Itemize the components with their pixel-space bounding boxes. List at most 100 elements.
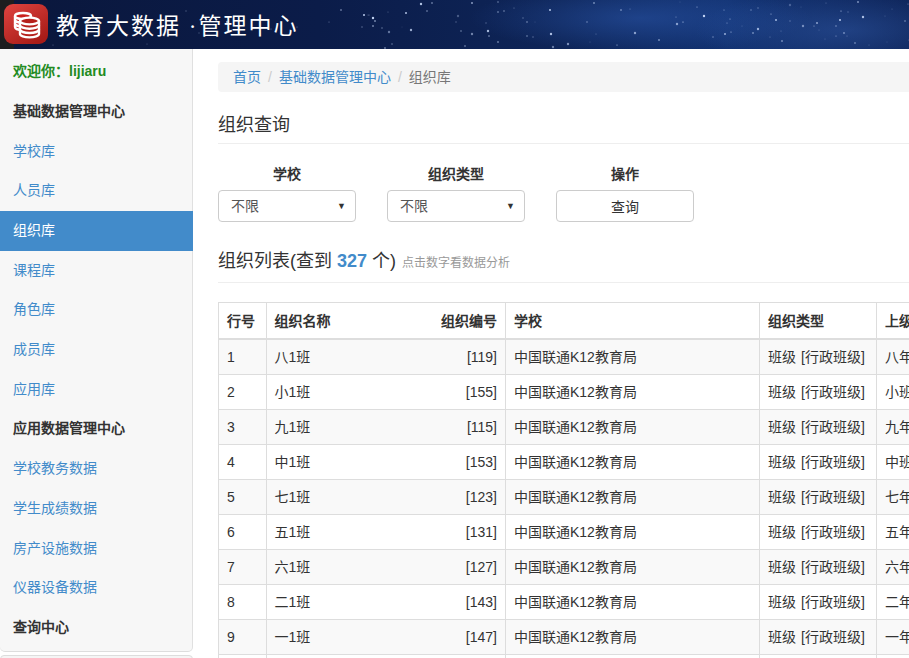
- cell-org-type: 班级[行政班级]: [760, 480, 877, 515]
- search-button[interactable]: 查询: [556, 190, 694, 222]
- sidebar-item-4[interactable]: 组织库: [0, 211, 193, 251]
- cell-row-no: 5: [219, 480, 267, 515]
- cell-name-code: 小1班 [155]: [266, 375, 506, 410]
- sidebar-item-13[interactable]: 仪器设备数据: [0, 568, 192, 608]
- query-form: 学校 不限 ▼ 组织类型 不限 ▼ 操作 查询: [218, 164, 909, 222]
- sidebar-item-5[interactable]: 课程库: [0, 251, 192, 291]
- org-name: 小1班: [275, 382, 311, 402]
- org-name: 九1班: [275, 417, 311, 437]
- cell-parent: 五年级: [877, 515, 909, 550]
- cell-parent: 八年级: [877, 339, 909, 375]
- cell-parent: 二年级: [877, 585, 909, 620]
- org-table: 行号 组织名称组织编号 学校 组织类型 上级组织 1八1班[119]中国联通K1…: [218, 302, 909, 658]
- brand-title: 教育大数据 ·管理中心: [56, 7, 298, 41]
- school-select[interactable]: 不限: [218, 190, 356, 222]
- breadcrumb: 首页 基础数据管理中心组织库: [218, 62, 909, 92]
- breadcrumb-link[interactable]: 基础数据管理中心: [279, 69, 391, 85]
- cell-school: 中国联通K12教育局: [506, 515, 760, 550]
- org-code: [143]: [466, 592, 497, 612]
- cell-row-no: 1: [219, 339, 267, 375]
- col-header-org-code: 组织编号: [441, 311, 497, 331]
- cell-name-code: 九1班[115]: [266, 410, 506, 445]
- cell-parent: 一年级: [877, 620, 909, 655]
- org-type: 班级: [768, 454, 796, 470]
- cell-org-type: 班级[行政班级]: [760, 515, 877, 550]
- table-row: 8二1班[143]中国联通K12教育局班级[行政班级]二年级: [219, 585, 909, 620]
- table-row-partial: [219, 655, 909, 658]
- sidebar-item-7[interactable]: 成员库: [0, 330, 192, 370]
- sidebar: 欢迎你：lijiaru基础数据管理中心学校库人员库组织库课程库角色库成员库应用库…: [0, 49, 193, 652]
- org-code: [123]: [466, 487, 497, 507]
- sidebar-item-2[interactable]: 学校库: [0, 132, 192, 172]
- org-type: 班级: [768, 629, 796, 645]
- sidebar-menu: 欢迎你：lijiaru基础数据管理中心学校库人员库组织库课程库角色库成员库应用库…: [0, 49, 192, 648]
- table-row: 1八1班[119]中国联通K12教育局班级[行政班级]八年级: [219, 339, 909, 375]
- result-count[interactable]: 327: [337, 251, 367, 271]
- list-title-hint: 点击数字看数据分析: [402, 256, 510, 270]
- org-code: [155]: [466, 382, 497, 402]
- sidebar-item-6[interactable]: 角色库: [0, 290, 192, 330]
- app-header: 教育大数据 ·管理中心: [0, 0, 909, 48]
- list-title-suffix: 个): [367, 251, 396, 271]
- cell-org-type: 班级[行政班级]: [760, 375, 877, 410]
- cell-row-no: 6: [219, 515, 267, 550]
- sidebar-item-12[interactable]: 房产设施数据: [0, 529, 192, 569]
- col-header-parent: 上级组织: [877, 303, 909, 340]
- sidebar-item-10[interactable]: 学校教务数据: [0, 449, 192, 489]
- cell-name-code: 八1班[119]: [266, 339, 506, 375]
- org-type: 班级: [768, 594, 796, 610]
- table-row: 9一1班[147]中国联通K12教育局班级[行政班级]一年级: [219, 620, 909, 655]
- org-code: [147]: [466, 627, 497, 647]
- cell-row-no: 9: [219, 620, 267, 655]
- org-type-select[interactable]: 不限: [387, 190, 525, 222]
- org-name: 五1班: [275, 522, 311, 542]
- sidebar-item-3[interactable]: 人员库: [0, 171, 192, 211]
- sidebar-item-8[interactable]: 应用库: [0, 370, 192, 410]
- cell-name-code: 六1班[127]: [266, 550, 506, 585]
- table-row: 7六1班[127]中国联通K12教育局班级[行政班级]六年级: [219, 550, 909, 585]
- action-field-group: 操作 查询: [556, 164, 694, 222]
- cell-row-no: 8: [219, 585, 267, 620]
- org-type-code: [行政班级]: [801, 454, 865, 470]
- org-name: 二1班: [275, 592, 311, 612]
- col-header-org-type: 组织类型: [760, 303, 877, 340]
- school-label: 学校: [218, 164, 356, 184]
- org-code: [153]: [466, 452, 497, 472]
- org-name: 中1班: [275, 452, 311, 472]
- cell-empty: [506, 655, 760, 658]
- cell-parent: 七年级: [877, 480, 909, 515]
- divider: [218, 282, 909, 283]
- breadcrumb-item: 基础数据管理中心: [261, 67, 391, 87]
- cell-parent: 中班: [877, 445, 909, 480]
- sidebar-item-11[interactable]: 学生成绩数据: [0, 489, 192, 529]
- org-type-code: [行政班级]: [801, 524, 865, 540]
- action-label: 操作: [556, 164, 694, 184]
- breadcrumb-item: 组织库: [391, 67, 451, 87]
- table-row: 3九1班[115]中国联通K12教育局班级[行政班级]九年级: [219, 410, 909, 445]
- org-name: 八1班: [275, 347, 311, 367]
- col-header-name-code: 组织名称 组织编号: [266, 303, 506, 340]
- org-type-code: [行政班级]: [801, 559, 865, 575]
- cell-school: 中国联通K12教育局: [506, 585, 760, 620]
- database-stack-icon[interactable]: [4, 4, 48, 44]
- breadcrumb-link[interactable]: 首页: [233, 69, 261, 85]
- cell-row-no: 7: [219, 550, 267, 585]
- sidebar-item-1[interactable]: 基础数据管理中心: [0, 92, 192, 132]
- cell-org-type: 班级 [行政班级]: [760, 445, 877, 480]
- cell-org-type: 班级[行政班级]: [760, 620, 877, 655]
- org-name: 一1班: [275, 627, 311, 647]
- cell-parent: 九年级: [877, 410, 909, 445]
- org-type: 班级: [768, 489, 796, 505]
- org-name: 七1班: [275, 487, 311, 507]
- cell-org-type: 班级[行政班级]: [760, 550, 877, 585]
- table-row: 2小1班[155]中国联通K12教育局班级[行政班级]小班: [219, 375, 909, 410]
- sidebar-item-14[interactable]: 查询中心: [0, 608, 192, 648]
- cell-school: 中国联通K12教育局: [506, 550, 760, 585]
- table-header-row: 行号 组织名称组织编号 学校 组织类型 上级组织: [219, 303, 909, 340]
- sidebar-item-9[interactable]: 应用数据管理中心: [0, 409, 192, 449]
- main-content: 首页基础数据管理中心组织库 组织查询 学校 不限 ▼ 组织类型 不限 ▼ 操作 …: [218, 49, 909, 658]
- col-header-org-name: 组织名称: [275, 311, 331, 331]
- cell-empty: [760, 655, 877, 658]
- sidebar-item-welcome: 欢迎你：lijiaru: [0, 52, 192, 92]
- org-type-label: 组织类型: [387, 164, 525, 184]
